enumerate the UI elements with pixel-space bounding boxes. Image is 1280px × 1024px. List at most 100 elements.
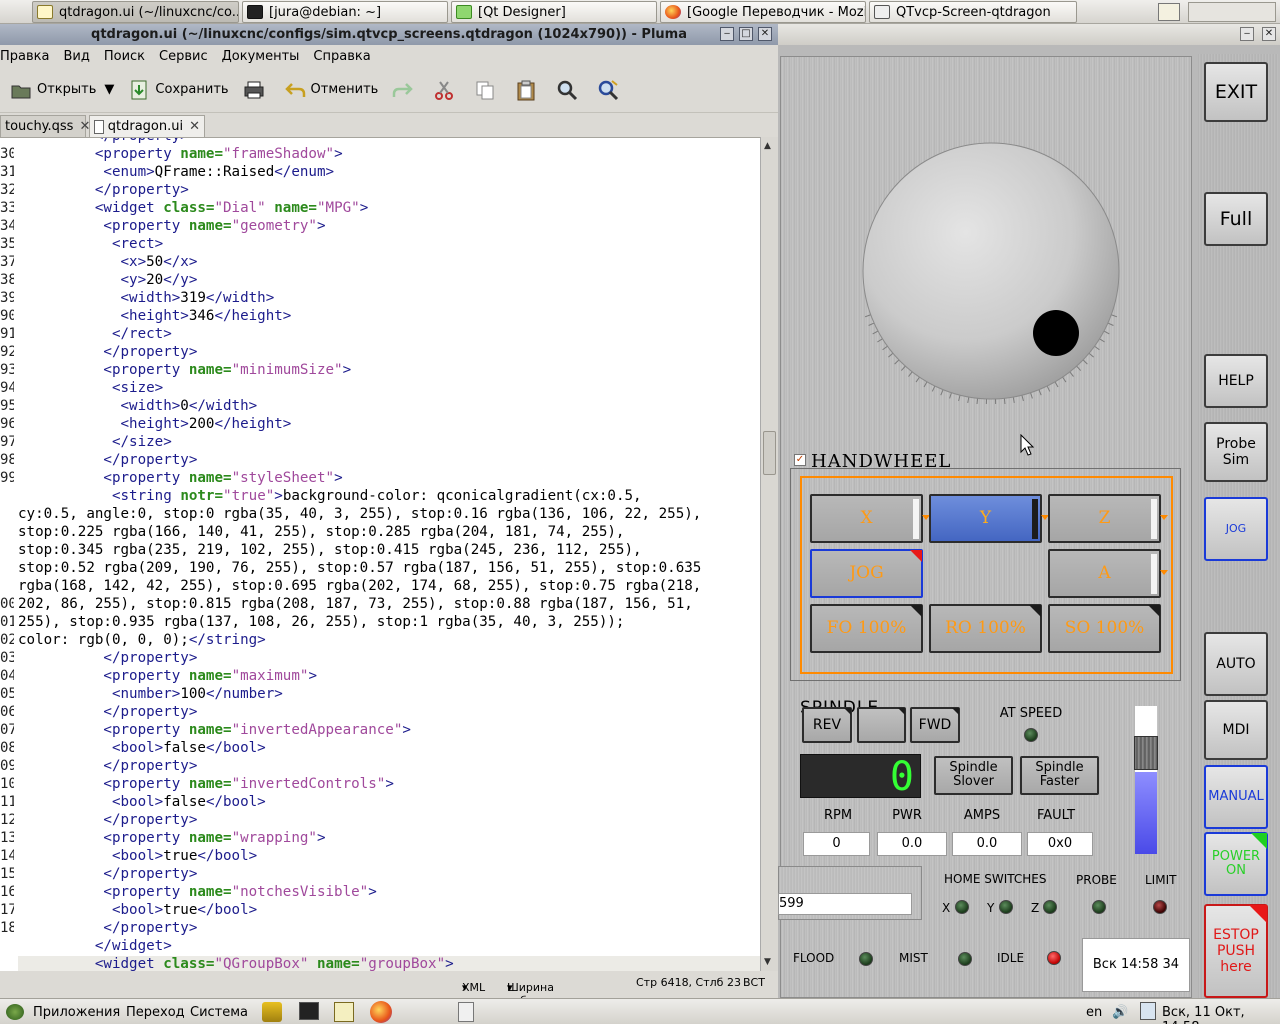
scrollbar-thumb[interactable] [763, 431, 776, 475]
find-button[interactable] [552, 75, 587, 105]
exit-button[interactable]: EXIT [1204, 62, 1268, 122]
amps-value: 0.0 [952, 832, 1022, 856]
spindle-stop-button[interactable] [857, 707, 906, 743]
scroll-up-icon[interactable]: ▲ [764, 141, 771, 151]
redo-button[interactable] [388, 75, 423, 105]
task-pluma[interactable]: qtdragon.ui (~/linuxcnc/co... [32, 1, 239, 23]
places-menu[interactable]: Переход [126, 1005, 185, 1020]
tab-qtdragon-ui[interactable]: qtdragon.ui ✕ [89, 115, 205, 137]
undo-button[interactable]: Отменить [280, 75, 383, 105]
print-button[interactable] [239, 75, 274, 105]
slider-fill [1135, 772, 1157, 854]
window-title: qtdragon.ui (~/linuxcnc/configs/sim.qtvc… [0, 24, 778, 45]
menu-edit[interactable]: Правка [0, 49, 49, 64]
close-icon[interactable]: ✕ [189, 119, 200, 134]
mpg-dial[interactable] [860, 142, 1122, 408]
minimize-icon[interactable]: ‒ [1240, 27, 1254, 41]
paste-button[interactable] [511, 75, 546, 105]
maximize-icon[interactable]: □ [739, 27, 753, 41]
volume-icon[interactable]: 🔊 [1112, 1005, 1128, 1020]
spindle-slower-button[interactable]: Spindle Slover [934, 756, 1013, 795]
spindle-faster-button[interactable]: Spindle Faster [1020, 756, 1099, 795]
handwheel-checkbox[interactable]: ✓ [794, 454, 806, 466]
code-line: <width>319</width> [120, 290, 275, 306]
replace-button[interactable] [593, 75, 628, 105]
line-number: 04 [0, 668, 14, 684]
mate-menu-icon[interactable] [6, 1004, 24, 1020]
folder-icon [10, 79, 32, 101]
menu-search[interactable]: Поиск [104, 49, 145, 64]
line-number: 01 [0, 614, 14, 630]
document-tabs: touchy.qss ✕ qtdragon.ui ✕ [0, 113, 778, 137]
task-terminal[interactable]: [jura@debian: ~] [242, 1, 448, 23]
tab-touchy-qss[interactable]: touchy.qss ✕ [0, 115, 90, 137]
axis-x-button[interactable]: X [810, 494, 930, 543]
copy-button[interactable] [470, 75, 505, 105]
jog-increment-field[interactable]: 599 [778, 893, 912, 915]
desktop: qtdragon.ui (~/linuxcnc/co... [jura@debi… [0, 0, 1280, 1024]
home-y-label: Y [987, 901, 995, 915]
probe-sim-button[interactable]: Probe Sim [1204, 422, 1268, 482]
mist-led [958, 952, 972, 966]
mouse-cursor-icon [1020, 434, 1034, 456]
spindle-override-button[interactable]: SO 100% [1048, 604, 1161, 653]
feed-override-button[interactable]: FO 100% [810, 604, 923, 653]
task-qtvcp[interactable]: QTvcp-Screen-qtdragon [869, 1, 1077, 23]
slider-handle[interactable] [1134, 736, 1158, 770]
open-dropdown-button[interactable]: ▼ [100, 75, 118, 105]
estop-button[interactable]: ESTOP PUSH here [1204, 904, 1268, 998]
system-menu[interactable]: Система [190, 1005, 248, 1020]
redo-icon [392, 79, 414, 101]
close-icon[interactable]: ✕ [758, 27, 772, 41]
mdi-mode-button[interactable]: MDI [1204, 700, 1268, 760]
notes-applet-icon[interactable] [1158, 3, 1180, 21]
open-button[interactable]: Открыть [6, 75, 100, 105]
dial-notch [1111, 314, 1118, 318]
jog-mode-button[interactable]: JOG [1204, 497, 1268, 561]
dial-notch [877, 338, 883, 343]
editor-launcher-icon[interactable] [334, 1002, 354, 1022]
cut-button[interactable] [429, 75, 464, 105]
document-icon [94, 119, 104, 134]
menu-view[interactable]: Вид [63, 49, 89, 64]
applications-menu[interactable]: Приложения [33, 1005, 120, 1020]
menu-help[interactable]: Справка [313, 49, 370, 64]
rapid-override-button[interactable]: RO 100% [929, 604, 1042, 653]
task-qt-designer[interactable]: [Qt Designer] [451, 1, 657, 23]
spindle-fwd-button[interactable]: FWD [910, 707, 960, 743]
code-editor[interactable]: 30 31 32 33 34 35 37 38 39 90 91 92 93 94 95 96 97 98 99 00… [0, 137, 760, 971]
fullscreen-button[interactable]: Full [1204, 192, 1268, 246]
save-button[interactable]: Сохранить [124, 75, 232, 105]
minimize-icon[interactable]: ‒ [720, 27, 734, 41]
menu-tools[interactable]: Сервис [159, 49, 208, 64]
terminal-launcher-icon[interactable] [299, 1002, 319, 1020]
code-line: <height>346</height> [120, 308, 292, 324]
vertical-scrollbar[interactable]: ▲ ▼ [760, 137, 778, 971]
task-firefox[interactable]: [Google Переводчик - Mozi... [660, 1, 866, 23]
axis-y-button[interactable]: Y [929, 494, 1049, 543]
handwheel-jog-button[interactable]: JOG [810, 549, 923, 598]
clock[interactable]: Вск, 11 Окт, 14:58 [1162, 1005, 1280, 1024]
network-icon[interactable] [1140, 1002, 1156, 1020]
menu-documents[interactable]: Документы [222, 49, 300, 64]
window-title-bar [778, 24, 1280, 45]
scroll-down-icon[interactable]: ▼ [764, 957, 771, 967]
show-desktop-icon[interactable] [458, 1002, 474, 1022]
spindle-rev-button[interactable]: REV [802, 707, 852, 743]
help-button[interactable]: HELP [1204, 354, 1268, 408]
close-icon[interactable]: ✕ [1262, 27, 1276, 41]
axis-z-button[interactable]: Z [1048, 494, 1168, 543]
line-number: 38 [0, 272, 14, 288]
workspace-switcher[interactable] [1188, 2, 1276, 22]
power-on-button[interactable]: POWER ON [1204, 832, 1268, 896]
manual-mode-button[interactable]: MANUAL [1204, 765, 1268, 829]
dial-notch [1003, 398, 1006, 405]
auto-mode-button[interactable]: AUTO [1204, 632, 1268, 696]
axis-a-button[interactable]: A [1048, 549, 1168, 598]
firefox-launcher-icon[interactable] [370, 1001, 392, 1023]
line-number: 15 [0, 866, 14, 882]
top-taskbar: qtdragon.ui (~/linuxcnc/co... [jura@debi… [0, 0, 1280, 24]
limit-label: LIMIT [1145, 873, 1177, 887]
keyboard-layout[interactable]: en [1086, 1005, 1102, 1020]
linuxcnc-launcher-icon[interactable] [262, 1002, 282, 1022]
